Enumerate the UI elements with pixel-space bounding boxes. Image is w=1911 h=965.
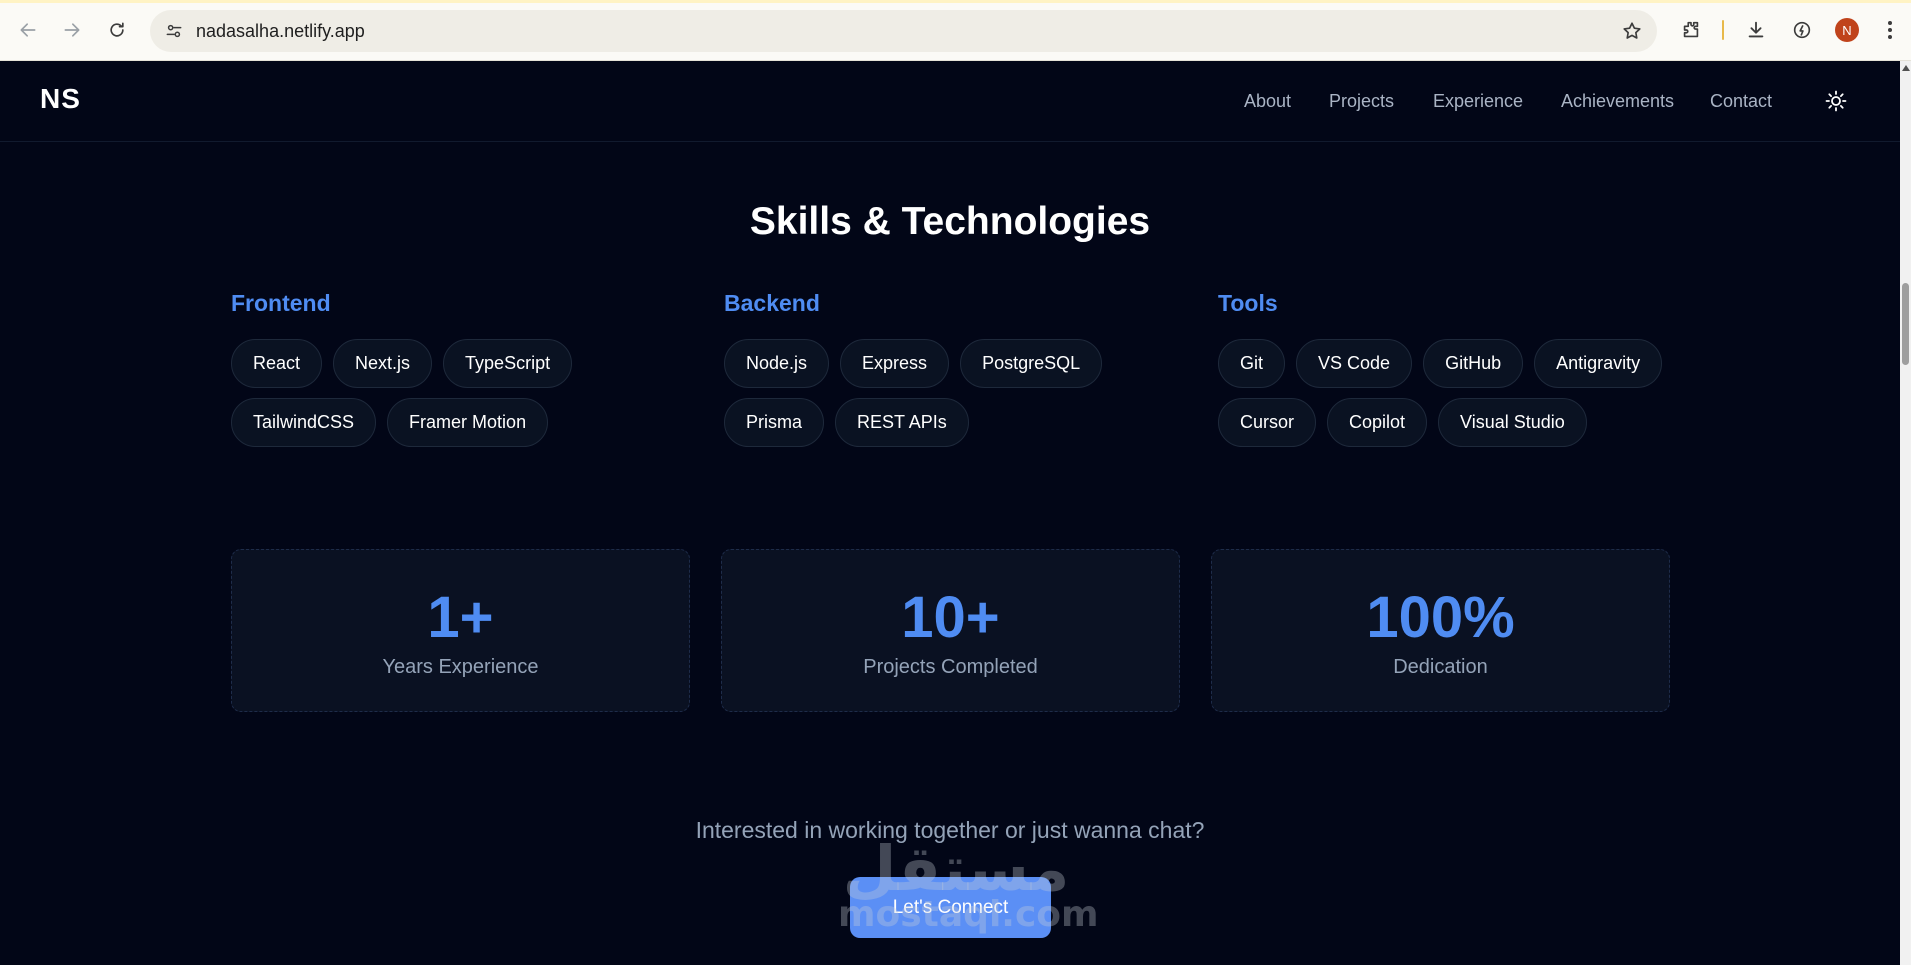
- skill-chip: REST APIs: [835, 398, 969, 447]
- lets-connect-button[interactable]: Let's Connect: [850, 877, 1051, 938]
- skills-section-title: Skills & Technologies: [749, 200, 1151, 243]
- skill-category-backend: Backend Node.js Express PostgreSQL Prism…: [724, 290, 1194, 447]
- stat-value: 100%: [1366, 585, 1515, 650]
- profile-avatar[interactable]: N: [1835, 18, 1859, 42]
- url-text[interactable]: nadasalha.netlify.app: [196, 21, 365, 42]
- skill-chip: Prisma: [724, 398, 825, 447]
- browser-menu-kebab-icon[interactable]: [1880, 18, 1900, 42]
- reload-icon: [110, 22, 124, 37]
- nav-experience[interactable]: Experience: [1433, 91, 1523, 112]
- sun-icon: [1825, 90, 1847, 112]
- category-heading: Tools: [1218, 290, 1278, 316]
- nav-contact[interactable]: Contact: [1710, 91, 1772, 112]
- skill-chip: VS Code: [1296, 339, 1413, 388]
- address-bar[interactable]: nadasalha.netlify.app: [150, 10, 1657, 52]
- stat-value: 1+: [427, 585, 494, 650]
- scroll-up-arrow-icon[interactable]: [1902, 65, 1910, 71]
- skill-chip: TypeScript: [443, 339, 573, 388]
- nav-about[interactable]: About: [1244, 91, 1291, 112]
- stat-card-projects: 10+ Projects Completed: [721, 549, 1180, 712]
- arrow-left-icon: [20, 23, 36, 37]
- performance-button[interactable]: [1789, 17, 1815, 43]
- skill-chip: TailwindCSS: [231, 398, 377, 447]
- stat-card-dedication: 100% Dedication: [1211, 549, 1670, 712]
- browser-toolbar: nadasalha.netlify.app N: [0, 0, 1911, 61]
- stat-label: Dedication: [1393, 656, 1488, 678]
- site-logo[interactable]: NS: [40, 83, 81, 115]
- skill-chip: Visual Studio: [1438, 398, 1587, 447]
- category-heading: Frontend: [231, 290, 331, 316]
- skill-chip: GitHub: [1423, 339, 1524, 388]
- puzzle-icon: [1683, 21, 1699, 38]
- page-viewport: NS About Projects Experience Achievement…: [0, 61, 1900, 965]
- stat-label: Projects Completed: [863, 656, 1038, 678]
- reload-button[interactable]: [103, 16, 131, 44]
- stat-card-experience: 1+ Years Experience: [231, 549, 690, 712]
- stat-label: Years Experience: [382, 656, 539, 678]
- download-icon: [1748, 21, 1764, 38]
- star-icon[interactable]: [1621, 20, 1643, 42]
- theme-toggle-button[interactable]: [1822, 87, 1850, 115]
- skill-chip: PostgreSQL: [960, 339, 1103, 388]
- site-header: NS About Projects Experience Achievement…: [0, 61, 1900, 142]
- forward-button[interactable]: [58, 16, 86, 44]
- nav-achievements[interactable]: Achievements: [1561, 91, 1674, 112]
- downloads-button[interactable]: [1743, 17, 1769, 43]
- skill-chip: Express: [840, 339, 950, 388]
- nav-projects[interactable]: Projects: [1329, 91, 1394, 112]
- stat-value: 10+: [901, 585, 1000, 650]
- cta-text: Interested in working together or just w…: [695, 817, 1205, 843]
- gauge-icon: [1793, 21, 1811, 39]
- skill-category-tools: Tools Git VS Code GitHub Antigravity Cur…: [1218, 290, 1688, 447]
- back-button[interactable]: [14, 16, 42, 44]
- skill-chip: Framer Motion: [387, 398, 549, 447]
- skill-chip: Node.js: [724, 339, 830, 388]
- extensions-button[interactable]: [1678, 17, 1704, 43]
- skill-chip: Git: [1218, 339, 1286, 388]
- skill-category-frontend: Frontend React Next.js TypeScript Tailwi…: [231, 290, 701, 447]
- arrow-right-icon: [64, 23, 80, 37]
- tune-icon: [166, 24, 182, 38]
- toolbar-separator: [1722, 20, 1724, 40]
- skill-chip: Next.js: [333, 339, 433, 388]
- category-heading: Backend: [724, 290, 820, 316]
- skill-chip: React: [231, 339, 323, 388]
- page-scrollbar[interactable]: [1900, 61, 1911, 965]
- skill-chip: Antigravity: [1534, 339, 1663, 388]
- skill-chip: Cursor: [1218, 398, 1317, 447]
- scrollbar-thumb[interactable]: [1902, 283, 1909, 365]
- site-info-button[interactable]: [162, 19, 186, 43]
- skill-chip: Copilot: [1327, 398, 1428, 447]
